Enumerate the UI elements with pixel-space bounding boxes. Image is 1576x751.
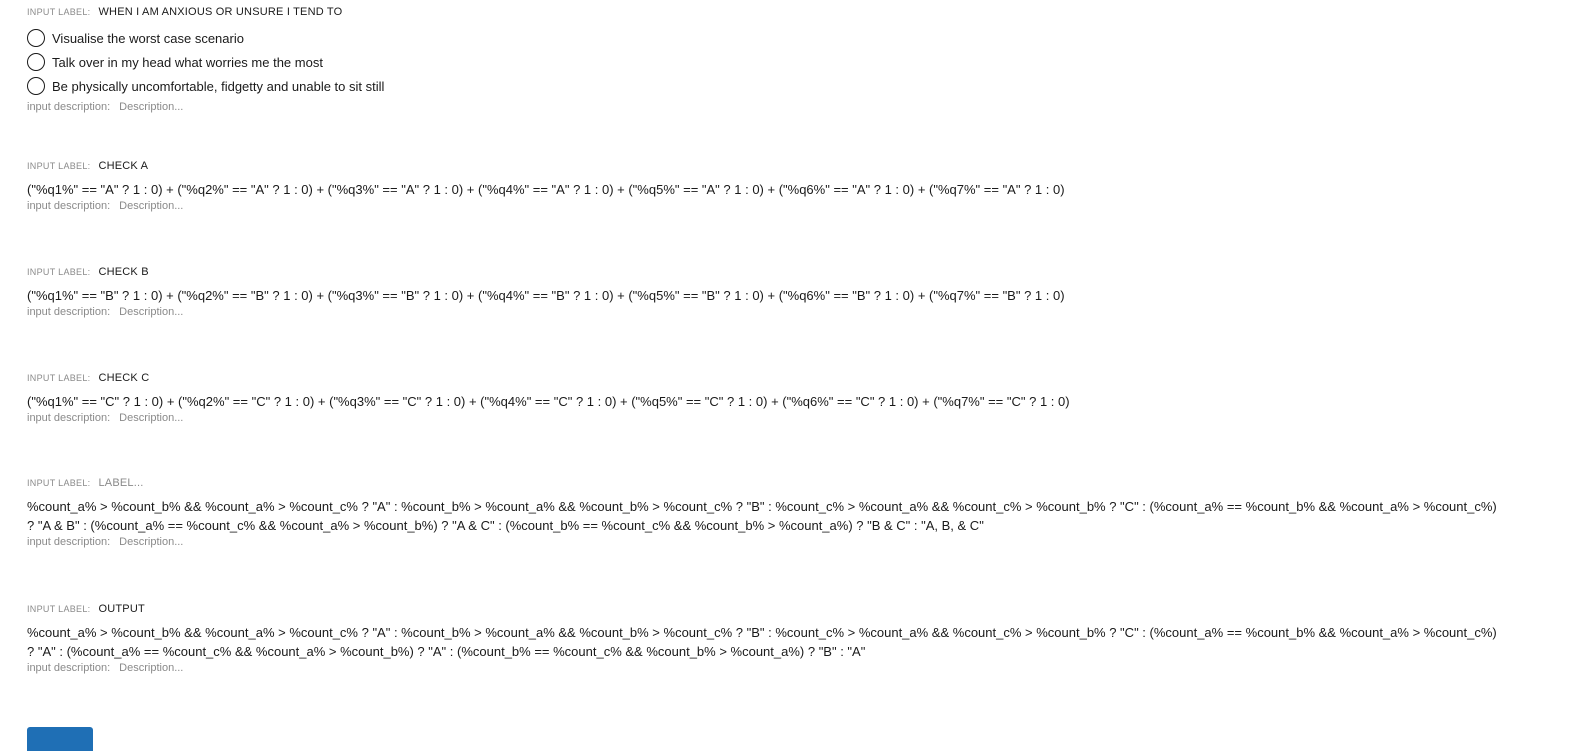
check-a-label-row: INPUT LABEL: CHECK A (27, 160, 1527, 172)
check-b-label[interactable]: CHECK B (98, 266, 148, 278)
radio-list: Visualise the worst case scenario Talk o… (27, 26, 1527, 98)
description-field[interactable]: Description... (119, 536, 183, 548)
description-field[interactable]: Description... (119, 306, 183, 318)
unlabeled-formula[interactable]: %count_a% > %count_b% && %count_a% > %co… (27, 497, 1507, 535)
check-b-formula[interactable]: ("%q1%" == "B" ? 1 : 0) + ("%q2%" == "B"… (27, 286, 1507, 305)
input-label-tag: INPUT LABEL: (27, 604, 91, 614)
input-label-tag: INPUT LABEL: (27, 373, 91, 383)
check-b-description-row: input description: Description... (27, 306, 1527, 318)
input-description-tag: input description: (27, 536, 111, 548)
check-c-formula[interactable]: ("%q1%" == "C" ? 1 : 0) + ("%q2%" == "C"… (27, 392, 1507, 411)
input-description-tag: input description: (27, 200, 111, 212)
output-formula[interactable]: %count_a% > %count_b% && %count_a% > %co… (27, 623, 1507, 661)
check-b-label-row: INPUT LABEL: CHECK B (27, 266, 1527, 278)
question-label-row: INPUT LABEL: WHEN I AM ANXIOUS OR UNSURE… (27, 6, 1527, 18)
label-input[interactable]: LABEL... (98, 477, 143, 489)
check-a-section: INPUT LABEL: CHECK A ("%q1%" == "A" ? 1 … (27, 160, 1527, 212)
question-label[interactable]: WHEN I AM ANXIOUS OR UNSURE I TEND TO (98, 6, 342, 18)
input-label-tag: INPUT LABEL: (27, 7, 91, 17)
unlabeled-section: INPUT LABEL: LABEL... %count_a% > %count… (27, 477, 1527, 548)
output-section: INPUT LABEL: OUTPUT %count_a% > %count_b… (27, 603, 1527, 674)
input-description-tag: input description: (27, 412, 111, 424)
description-field[interactable]: Description... (119, 101, 183, 113)
input-label-tag: INPUT LABEL: (27, 478, 91, 488)
question-description-row: input description: Description... (27, 101, 1527, 113)
description-field[interactable]: Description... (119, 662, 183, 674)
check-b-section: INPUT LABEL: CHECK B ("%q1%" == "B" ? 1 … (27, 266, 1527, 318)
check-c-label[interactable]: CHECK C (98, 372, 149, 384)
check-a-description-row: input description: Description... (27, 200, 1527, 212)
radio-button[interactable] (27, 77, 45, 95)
radio-option-label: Talk over in my head what worries me the… (52, 54, 323, 70)
check-a-formula[interactable]: ("%q1%" == "A" ? 1 : 0) + ("%q2%" == "A"… (27, 180, 1507, 199)
description-field[interactable]: Description... (119, 412, 183, 424)
output-label[interactable]: OUTPUT (98, 603, 144, 615)
question-section: INPUT LABEL: WHEN I AM ANXIOUS OR UNSURE… (27, 6, 1527, 113)
check-a-label[interactable]: CHECK A (98, 160, 148, 172)
radio-button[interactable] (27, 53, 45, 71)
radio-option-label: Be physically uncomfortable, fidgetty an… (52, 78, 385, 94)
radio-option-3[interactable]: Be physically uncomfortable, fidgetty an… (27, 74, 1527, 98)
check-c-description-row: input description: Description... (27, 412, 1527, 424)
radio-option-2[interactable]: Talk over in my head what worries me the… (27, 50, 1527, 74)
radio-button[interactable] (27, 29, 45, 47)
unlabeled-label-row: INPUT LABEL: LABEL... (27, 477, 1527, 489)
input-description-tag: input description: (27, 101, 111, 113)
radio-option-label: Visualise the worst case scenario (52, 30, 244, 46)
unlabeled-description-row: input description: Description... (27, 536, 1527, 548)
input-description-tag: input description: (27, 662, 111, 674)
input-label-tag: INPUT LABEL: (27, 161, 91, 171)
output-label-row: INPUT LABEL: OUTPUT (27, 603, 1527, 615)
input-description-tag: input description: (27, 306, 111, 318)
check-c-label-row: INPUT LABEL: CHECK C (27, 372, 1527, 384)
radio-option-1[interactable]: Visualise the worst case scenario (27, 26, 1527, 50)
description-field[interactable]: Description... (119, 200, 183, 212)
primary-action-button[interactable] (27, 727, 93, 751)
check-c-section: INPUT LABEL: CHECK C ("%q1%" == "C" ? 1 … (27, 372, 1527, 424)
output-description-row: input description: Description... (27, 662, 1527, 674)
input-label-tag: INPUT LABEL: (27, 267, 91, 277)
